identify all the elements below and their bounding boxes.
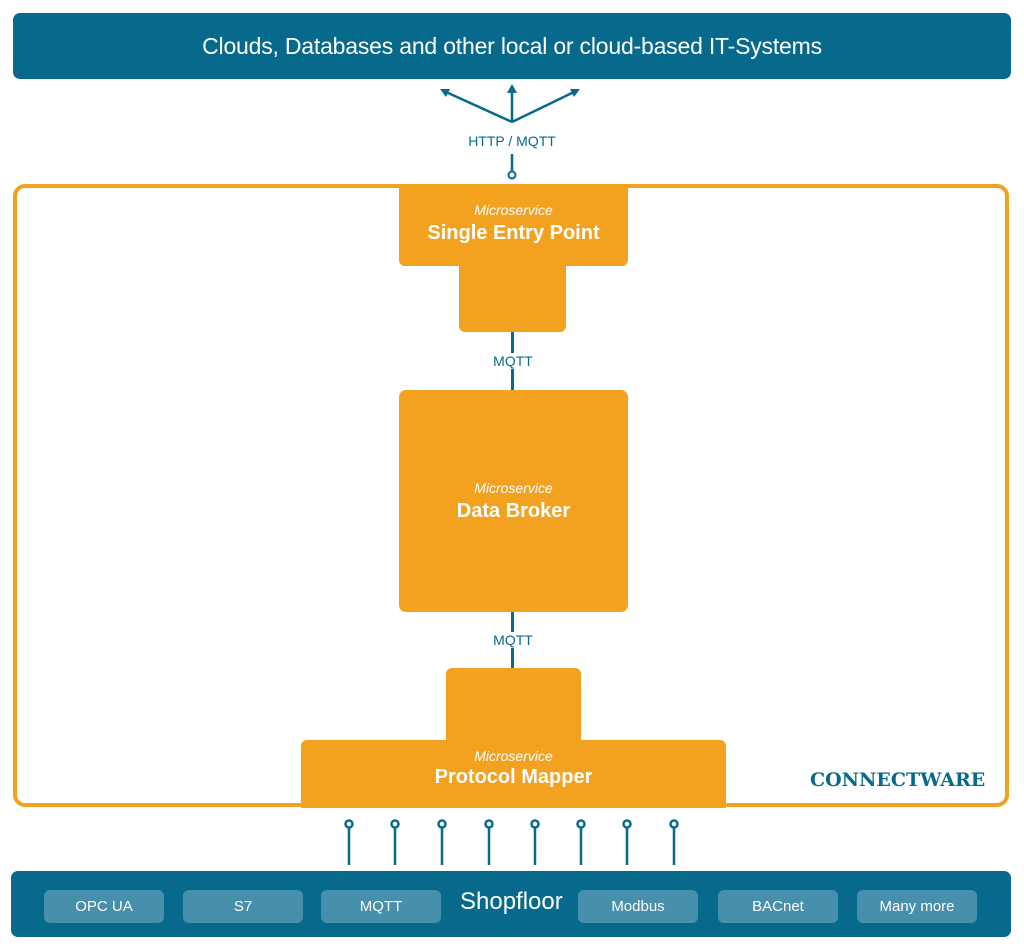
connector-pin-icon <box>576 819 586 865</box>
single-entry-point-stem <box>459 262 566 332</box>
connector-pin-icon <box>344 819 354 865</box>
protocol-chip-mqtt[interactable]: MQTT <box>321 890 441 923</box>
single-entry-point-box[interactable]: Microservice Single Entry Point <box>399 184 628 266</box>
connector-pin-icon <box>530 819 540 865</box>
arrow-up-head-icon <box>507 84 517 93</box>
connectware-brand: CONNECTWARE <box>810 769 986 791</box>
connector-port-icon <box>507 170 517 180</box>
ms-name-label: Single Entry Point <box>427 222 600 244</box>
broker-mapper-protocol-label: MQTT <box>483 632 543 648</box>
it-systems-label: Clouds, Databases and other local or clo… <box>202 32 822 59</box>
arrow-right-line <box>511 90 575 124</box>
shopfloor-connectors <box>344 819 679 865</box>
arrow-left-line <box>445 90 513 124</box>
shopfloor-bar: OPC UA S7 MQTT Shopfloor Modbus BACnet M… <box>11 871 1011 937</box>
protocol-mapper-box[interactable]: Microservice Protocol Mapper <box>301 740 726 808</box>
connector-pin-icon <box>390 819 400 865</box>
connector-pin-icon <box>484 819 494 865</box>
ms-name-label: Data Broker <box>456 499 571 522</box>
upstream-protocol-label: HTTP / MQTT <box>452 133 572 149</box>
it-systems-bar: Clouds, Databases and other local or clo… <box>13 13 1011 79</box>
ms-name-label: Protocol Mapper <box>434 766 593 788</box>
upstream-arrows <box>440 84 580 180</box>
connector-pin-icon <box>622 819 632 865</box>
ms-kind-label: Microservice <box>474 479 553 496</box>
entry-broker-protocol-label: MQTT <box>483 353 543 369</box>
ms-kind-label: Microservice <box>474 202 553 218</box>
protocol-chip-modbus[interactable]: Modbus <box>578 890 698 923</box>
connector-pin-icon <box>437 819 447 865</box>
connector-pin-icon <box>669 819 679 865</box>
protocol-chip-bacnet[interactable]: BACnet <box>718 890 838 923</box>
protocol-chip-opc-ua[interactable]: OPC UA <box>44 890 164 923</box>
shopfloor-label: Shopfloor <box>460 888 563 915</box>
protocol-chip-many-more[interactable]: Many more <box>857 890 977 923</box>
data-broker-box[interactable]: Microservice Data Broker <box>399 390 628 612</box>
protocol-chip-s7[interactable]: S7 <box>183 890 303 923</box>
protocol-mapper-top <box>446 668 581 748</box>
ms-kind-label: Microservice <box>474 748 553 764</box>
